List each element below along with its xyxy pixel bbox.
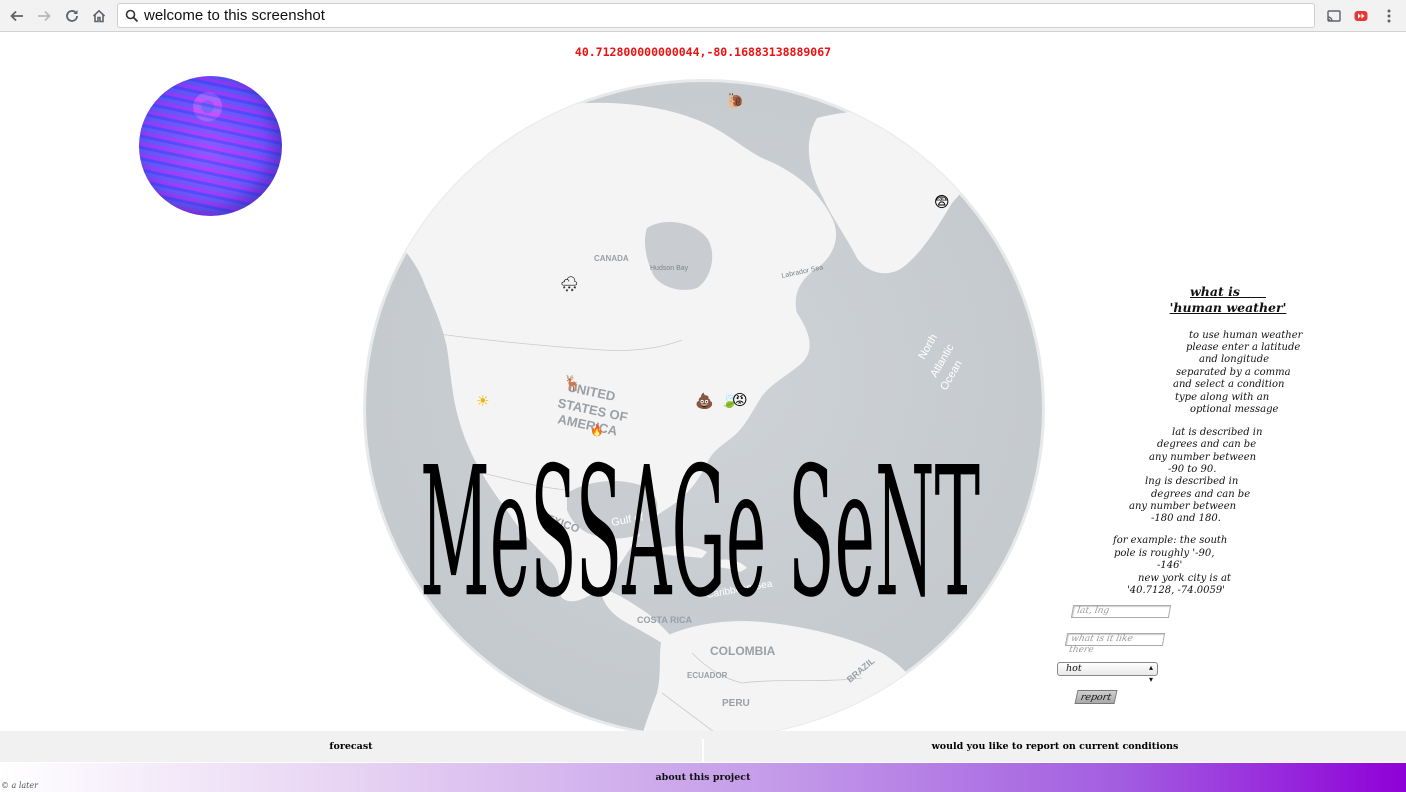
- info-line: pole is roughly '-90,: [1114, 548, 1215, 559]
- info-line: optional message: [1190, 404, 1279, 415]
- info-line: new york city is at: [1138, 573, 1231, 584]
- report-button[interactable]: report: [1074, 690, 1118, 704]
- url-text: welcome to this screenshot: [144, 7, 325, 24]
- label-canada: CANADA: [594, 254, 629, 263]
- mini-globe-image: [139, 76, 282, 216]
- label-peru: PERU: [722, 698, 750, 709]
- menu-icon[interactable]: [1378, 5, 1400, 27]
- label-colombia: COLOMBIA: [710, 644, 776, 658]
- condition-select[interactable]: hot ▴ ▾: [1057, 662, 1158, 684]
- info-line: -90 to 90.: [1168, 464, 1217, 475]
- info-line: to use human weather: [1189, 330, 1303, 341]
- cast-icon[interactable]: [1323, 5, 1345, 27]
- poop-marker[interactable]: 💩: [695, 394, 714, 409]
- deer-marker[interactable]: 🦌: [563, 376, 582, 391]
- about-project-link[interactable]: about this project: [0, 763, 1406, 792]
- fearful-face-marker[interactable]: 😨: [934, 195, 950, 210]
- snow-cloud-marker[interactable]: 🌨: [560, 277, 579, 292]
- select-arrows-icon: ▴ ▾: [1148, 663, 1153, 684]
- angry-face-marker[interactable]: 😡: [732, 393, 748, 408]
- info-line: for example: the south: [1113, 535, 1228, 546]
- info-line: degrees and can be: [1151, 489, 1251, 500]
- info-line: -180 and 180.: [1151, 513, 1221, 524]
- info-line: degrees and can be: [1157, 439, 1257, 450]
- reload-icon[interactable]: [61, 5, 83, 27]
- message-sent-text: MeSSAGe SeNT: [420, 430, 980, 637]
- coordinates-readout: 40.712800000000044,-80.16883138889067: [574, 45, 832, 59]
- info-line: please enter a latitude: [1186, 342, 1301, 353]
- info-line: and longitude: [1199, 354, 1270, 365]
- forward-icon[interactable]: [33, 5, 55, 27]
- message-input[interactable]: what is it like there: [1064, 633, 1166, 655]
- label-hudson-bay: Hudson Bay: [650, 265, 689, 272]
- info-line: lng is described in: [1145, 476, 1239, 487]
- search-icon: [125, 9, 139, 23]
- info-title-line1: what is: [1190, 284, 1266, 299]
- info-line: separated by a comma: [1176, 367, 1291, 378]
- snail-marker[interactable]: 🐌: [726, 94, 745, 109]
- label-ecuador: ECUADOR: [687, 671, 728, 680]
- back-icon[interactable]: [6, 5, 28, 27]
- info-line: lat is described in: [1172, 427, 1263, 438]
- condition-selected-value: hot: [1066, 663, 1082, 674]
- message-sent-overlay: MeSSAGe SeNT: [420, 430, 980, 637]
- info-line: type along with an: [1175, 392, 1270, 403]
- latlng-input[interactable]: lat, lng: [1070, 605, 1172, 618]
- info-title-line2: 'human weather': [1169, 300, 1287, 315]
- forecast-tab[interactable]: forecast: [0, 731, 702, 762]
- credit-text: © a later: [1, 781, 38, 790]
- sun-marker[interactable]: ☀: [476, 394, 489, 409]
- info-line: any number between: [1149, 452, 1257, 463]
- report-conditions-tab[interactable]: would you like to report on current cond…: [704, 731, 1406, 762]
- home-icon[interactable]: [88, 5, 110, 27]
- address-bar[interactable]: welcome to this screenshot: [117, 3, 1315, 28]
- extension-icon[interactable]: [1350, 5, 1372, 27]
- info-line: and select a condition: [1173, 379, 1285, 390]
- info-line: -146': [1157, 560, 1183, 571]
- browser-toolbar: welcome to this screenshot: [0, 0, 1406, 32]
- footer-nav: forecast would you like to report on cur…: [0, 731, 1406, 763]
- info-line: '40.7128, -74.0059': [1127, 585, 1225, 596]
- info-line: any number between: [1129, 501, 1237, 512]
- info-title: what is 'human weather': [1078, 284, 1378, 316]
